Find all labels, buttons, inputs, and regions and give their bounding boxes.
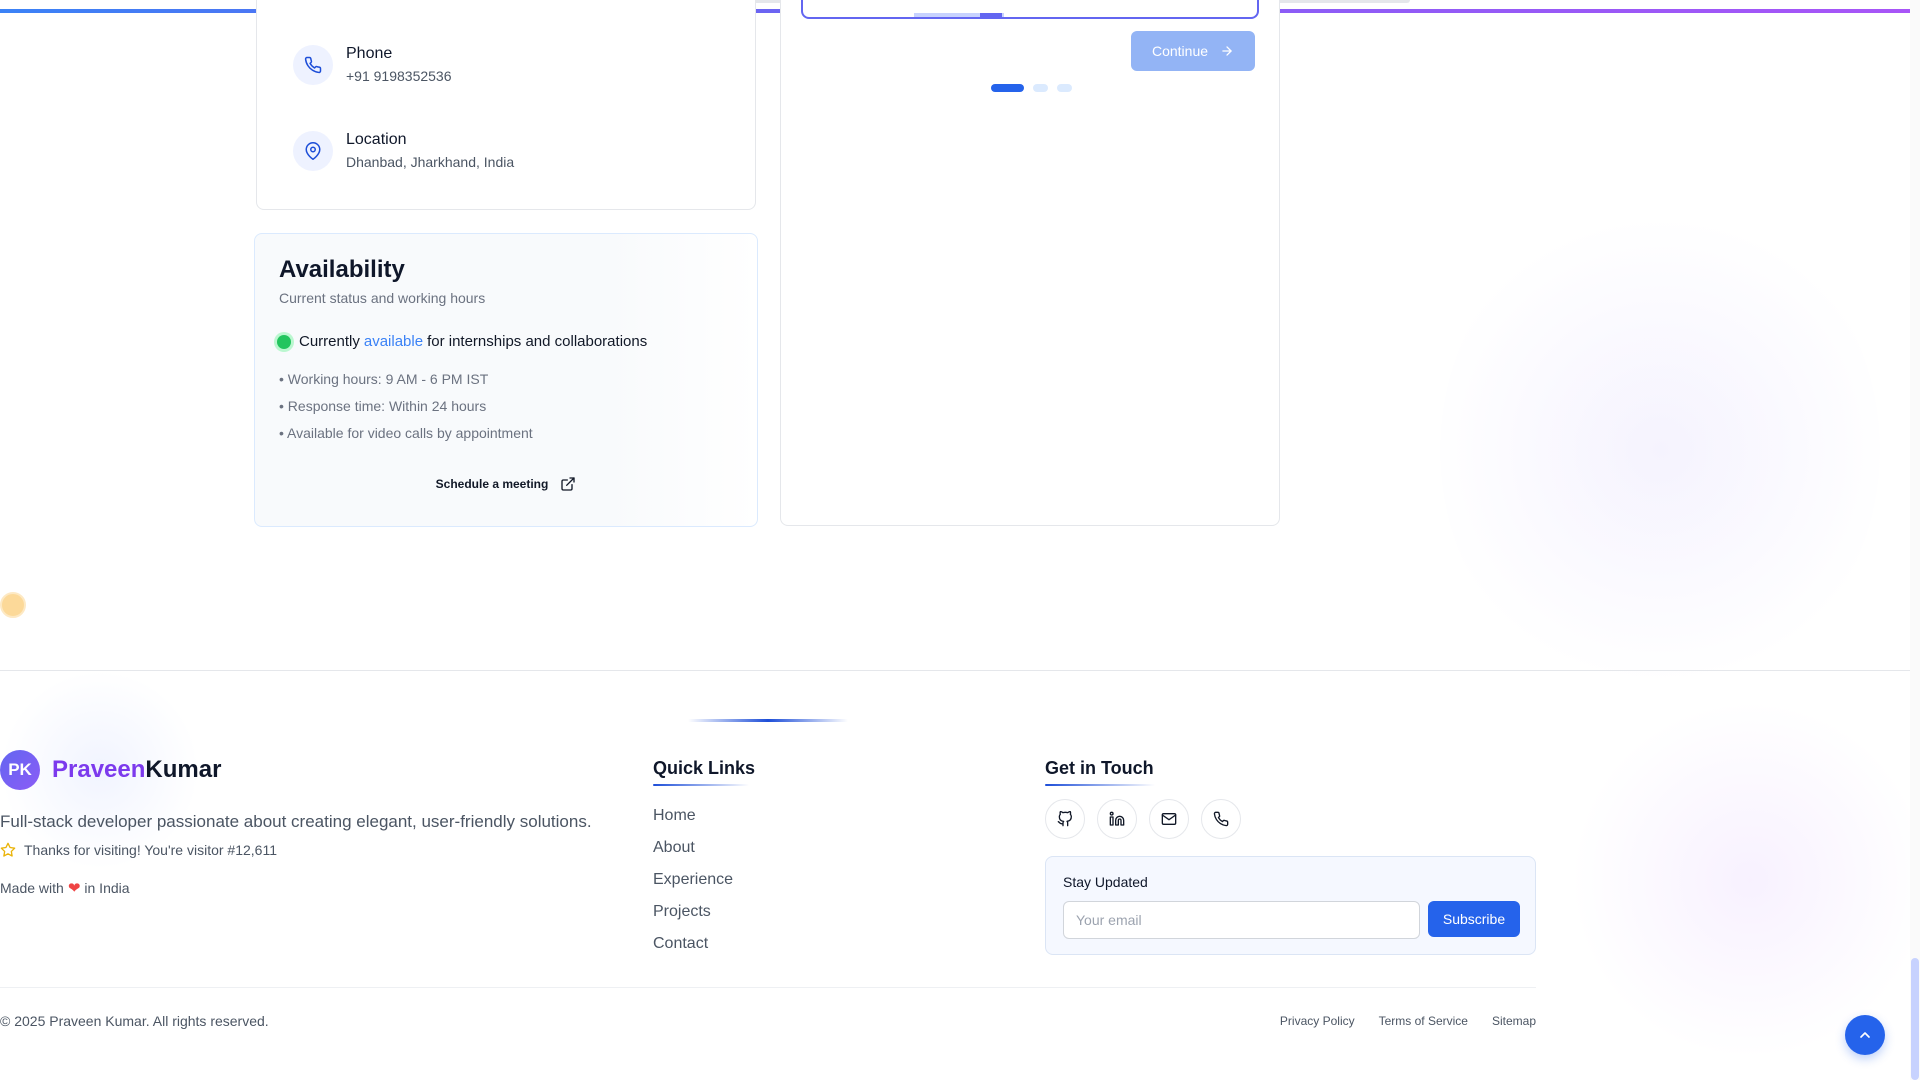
continue-label: Continue bbox=[1151, 43, 1209, 59]
terms-of-service-link[interactable]: Terms of Service bbox=[1379, 1014, 1468, 1028]
step-dot[interactable] bbox=[1033, 84, 1048, 92]
background-glow bbox=[1570, 700, 1920, 1060]
schedule-meeting-link[interactable]: Schedule a meeting bbox=[255, 476, 757, 492]
phone-value[interactable]: +91 9198352536 bbox=[346, 66, 452, 86]
form-field-frame bbox=[801, 0, 1259, 19]
github-button[interactable] bbox=[1045, 799, 1085, 839]
list-item: • Working hours: 9 AM - 6 PM IST bbox=[279, 371, 489, 387]
quick-links-title: Quick Links bbox=[653, 758, 756, 778]
phone-label: Phone bbox=[346, 45, 393, 62]
availability-list: • Working hours: 9 AM - 6 PM IST • Respo… bbox=[279, 366, 533, 447]
newsletter-title: Stay Updated bbox=[1063, 874, 1148, 890]
quick-links-underline bbox=[653, 784, 749, 786]
phone-button[interactable] bbox=[1201, 799, 1241, 839]
location-label: Location bbox=[346, 131, 407, 148]
made-with-suffix: in India bbox=[84, 880, 130, 896]
step-dot[interactable] bbox=[1057, 84, 1072, 92]
availability-status: Currently available for internships and … bbox=[277, 333, 647, 350]
floating-cursor-dot bbox=[0, 592, 26, 618]
social-links bbox=[1045, 799, 1253, 839]
quick-links-list: Home About Experience Projects Contact bbox=[653, 800, 733, 960]
step-dot[interactable] bbox=[991, 84, 1024, 92]
schedule-meeting-label: Schedule a meeting bbox=[435, 477, 549, 491]
legal-links: Privacy Policy Terms of Service Sitemap bbox=[1256, 1014, 1536, 1028]
newsletter-box: Stay Updated Subscribe bbox=[1045, 856, 1536, 955]
sitemap-link[interactable]: Sitemap bbox=[1492, 1014, 1536, 1028]
arrow-right-icon bbox=[1222, 46, 1232, 56]
status-indicator bbox=[277, 334, 291, 349]
phone-icon bbox=[293, 45, 333, 85]
status-accent: available bbox=[363, 333, 424, 350]
map-pin-icon bbox=[293, 131, 333, 171]
made-with: Made with ❤ in India bbox=[0, 879, 130, 897]
scroll-to-top-button[interactable] bbox=[1845, 1015, 1885, 1055]
list-item: • Response time: Within 24 hours bbox=[279, 398, 487, 414]
brand-description: Full-stack developer passionate about cr… bbox=[0, 812, 592, 831]
footer-link-experience[interactable]: Experience bbox=[653, 864, 733, 896]
get-in-touch-title: Get in Touch bbox=[1045, 758, 1154, 778]
visitor-counter: Thanks for visiting! You're visitor #12,… bbox=[0, 842, 277, 858]
contact-location: Location Dhanbad, Jharkhand, India bbox=[293, 130, 514, 172]
made-with-prefix: Made with bbox=[0, 880, 64, 896]
footer-divider bbox=[0, 670, 1910, 671]
footer-link-contact[interactable]: Contact bbox=[653, 928, 733, 960]
github-icon bbox=[1057, 811, 1072, 827]
brand-last-name: Kumar bbox=[145, 756, 222, 783]
linkedin-icon bbox=[1109, 811, 1125, 826]
bottom-divider bbox=[0, 987, 1536, 988]
brand-logo: PK bbox=[0, 750, 40, 790]
availability-card: Availability Current status and working … bbox=[254, 233, 758, 527]
footer-link-about[interactable]: About bbox=[653, 832, 733, 864]
phone-icon bbox=[1213, 811, 1229, 827]
step-indicator bbox=[991, 84, 1081, 92]
chevron-up-icon bbox=[1860, 1032, 1870, 1038]
subscribe-button[interactable]: Subscribe bbox=[1428, 901, 1520, 937]
linkedin-button[interactable] bbox=[1097, 799, 1137, 839]
availability-subtitle: Current status and working hours bbox=[279, 290, 486, 306]
list-item: • Available for video calls by appointme… bbox=[279, 425, 533, 441]
scrollbar[interactable] bbox=[1910, 0, 1920, 1080]
scrollbar-thumb[interactable] bbox=[1911, 958, 1919, 1080]
footer-link-home[interactable]: Home bbox=[653, 800, 733, 832]
footer-brand[interactable]: PK Praveen Kumar bbox=[0, 750, 221, 790]
newsletter-email-input[interactable] bbox=[1063, 901, 1420, 939]
footer-accent-line bbox=[688, 719, 848, 722]
copyright-text: © 2025 Praveen Kumar. All rights reserve… bbox=[0, 1013, 269, 1029]
contact-phone[interactable]: Phone +91 9198352536 bbox=[293, 44, 452, 86]
brand-first-name: Praveen bbox=[52, 756, 146, 783]
background-glow bbox=[1440, 200, 1880, 700]
get-in-touch-underline bbox=[1045, 784, 1155, 786]
star-icon bbox=[0, 842, 16, 857]
field-progress-active bbox=[980, 13, 1002, 17]
external-link-icon bbox=[561, 477, 576, 491]
email-button[interactable] bbox=[1149, 799, 1189, 839]
location-value: Dhanbad, Jharkhand, India bbox=[346, 154, 515, 170]
visitor-text: Thanks for visiting! You're visitor #12,… bbox=[24, 842, 277, 858]
heart-icon: ❤ bbox=[67, 880, 81, 897]
footer-link-projects[interactable]: Projects bbox=[653, 896, 733, 928]
contact-form-card: Continue bbox=[780, 0, 1280, 526]
continue-button[interactable]: Continue bbox=[1131, 31, 1255, 71]
privacy-policy-link[interactable]: Privacy Policy bbox=[1280, 1014, 1355, 1028]
status-prefix: Currently bbox=[299, 333, 360, 350]
mail-icon bbox=[1161, 813, 1177, 825]
status-suffix: for internships and collaborations bbox=[427, 333, 648, 350]
contact-info-card: Phone +91 9198352536 Location Dhanbad, J… bbox=[256, 0, 756, 210]
availability-title: Availability bbox=[279, 256, 405, 283]
